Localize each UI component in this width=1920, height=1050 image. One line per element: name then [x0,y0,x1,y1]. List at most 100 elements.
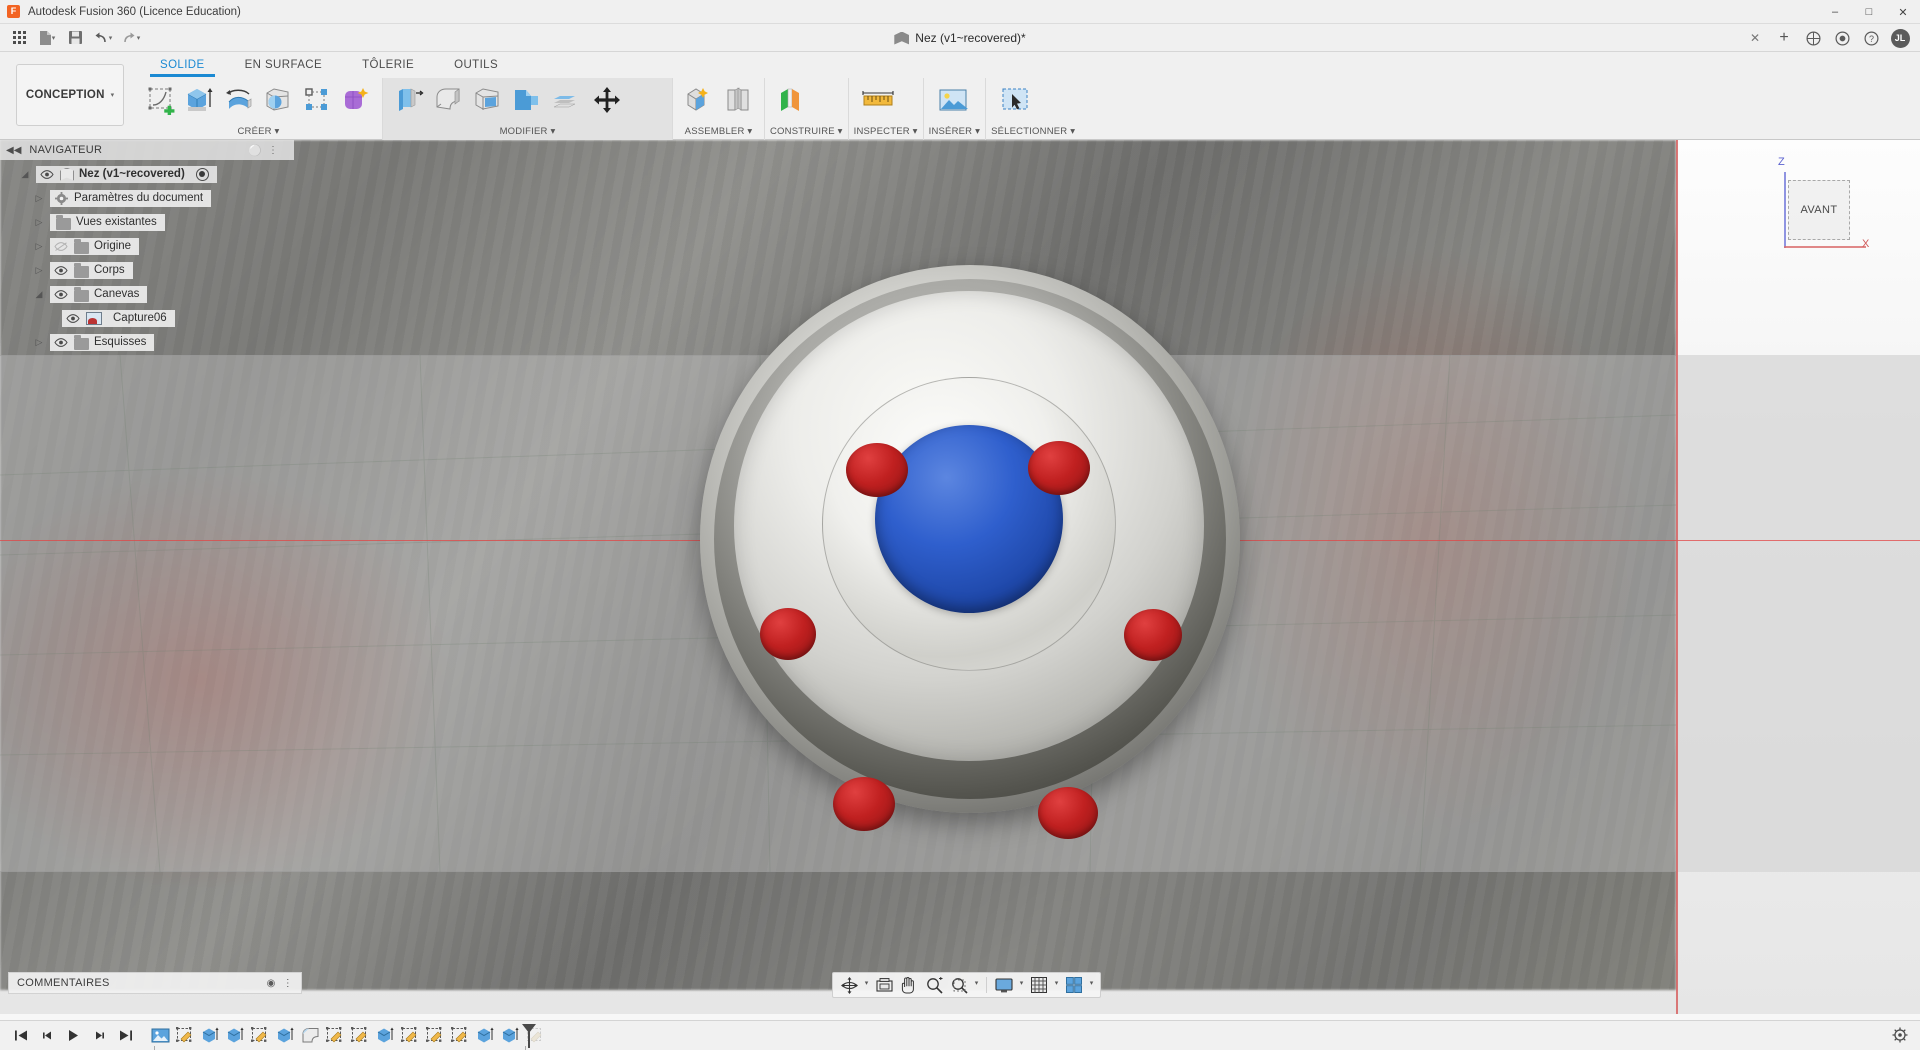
undo-icon[interactable]: ▾ [90,26,116,50]
bolt-1[interactable] [846,443,908,497]
group-label-modifier[interactable]: MODIFIER ▾ [388,126,667,140]
minimize-button[interactable]: – [1818,0,1852,24]
extrude-feature-6[interactable] [498,1025,523,1047]
skip-to-start-icon[interactable] [8,1023,34,1049]
tree-item-origine[interactable]: Origine [50,237,140,255]
extrude-feature-3[interactable] [273,1025,298,1047]
zoom-icon[interactable] [922,974,946,996]
extrude-icon[interactable] [181,80,219,120]
pan-icon[interactable] [897,974,921,996]
new-document-icon[interactable]: ▾ [34,26,60,50]
move-copy-icon[interactable] [585,80,629,120]
offset-plane-icon[interactable] [772,80,810,120]
tree-row-origine[interactable]: ▷ Origine [0,236,300,256]
visibility-eye-icon-corps[interactable] [53,264,69,277]
tree-row-nez[interactable]: ◢ Nez (v1~recovered) [0,164,300,184]
group-label-assembler[interactable]: ASSEMBLER ▾ [678,126,759,140]
grid-snaps-icon[interactable] [1027,974,1051,996]
form-icon[interactable] [337,80,375,120]
account-avatar[interactable]: JL [1886,25,1914,51]
tree-row-parametres[interactable]: ▷ Paramètres du document [0,188,300,208]
orbit-caret-icon[interactable]: ▾ [862,979,871,992]
create-sketch-icon[interactable] [142,80,180,120]
sketch-feature-6[interactable] [423,1025,448,1047]
insert-canvas-icon[interactable] [931,80,975,120]
display-settings-icon[interactable] [992,974,1016,996]
notification-icon[interactable] [1828,25,1856,51]
tab-en-surface[interactable]: EN SURFACE [225,57,343,77]
tree-row-esquisses[interactable]: ▷ Esquisses [0,332,300,352]
zoom-window-icon[interactable] [947,974,971,996]
tree-item-nez[interactable]: Nez (v1~recovered) [36,165,217,183]
add-comment-icon[interactable]: ◉ [267,978,276,989]
joint-icon[interactable] [719,80,757,120]
fillet-feature-1[interactable] [298,1025,323,1047]
skip-to-end-icon[interactable] [112,1023,138,1049]
draft-icon[interactable] [507,80,545,120]
bolt-3[interactable] [760,608,816,660]
grid-snaps-caret-icon[interactable]: ▾ [1052,979,1061,992]
visibility-eye-icon-capture06[interactable] [65,312,81,325]
group-label-creer[interactable]: CRÉER ▾ [140,126,377,140]
extrude-feature-2[interactable] [223,1025,248,1047]
zoom-window-caret-icon[interactable]: ▾ [972,979,981,992]
group-label-inspecter[interactable]: INSPECTER ▾ [854,126,918,140]
expand-arrow-vues[interactable]: ▷ [28,217,50,228]
model-part-nez[interactable] [700,265,1240,839]
step-back-icon[interactable] [34,1023,60,1049]
expand-arrow-parametres[interactable]: ▷ [28,193,50,204]
tree-item-capture06[interactable]: Capture06 [62,309,175,327]
close-tab-button[interactable]: ✕ [1741,25,1769,51]
tree-item-canevas[interactable]: Canevas [50,285,148,303]
play-icon[interactable] [60,1023,86,1049]
press-pull-icon[interactable] [390,80,428,120]
close-button[interactable]: ✕ [1886,0,1920,24]
collapse-left-icon[interactable]: ◀◀ [6,145,21,156]
sketch-feature-4[interactable] [348,1025,373,1047]
undo-caret-icon[interactable]: ▾ [109,34,113,42]
redo-icon[interactable]: ▾ [118,26,144,50]
activate-component-radio[interactable] [195,167,209,181]
bolt-2[interactable] [1028,441,1090,495]
expand-arrow-esquisses[interactable]: ▷ [28,337,50,348]
new-component-icon[interactable] [680,80,718,120]
tab-outils[interactable]: OUTILS [434,57,518,77]
timeline-settings-icon[interactable] [1892,1027,1908,1046]
view-cube[interactable]: Z X AVANT [1758,154,1869,262]
new-tab-button[interactable]: + [1770,25,1798,51]
expand-arrow-canevas[interactable]: ◢ [28,289,50,300]
visibility-eye-off-icon[interactable] [53,240,69,253]
group-label-inserer[interactable]: INSÉRER ▾ [929,126,980,140]
tree-item-vues[interactable]: Vues existantes [50,213,165,231]
tree-row-canevas[interactable]: ◢ Canevas [0,284,300,304]
bolt-6[interactable] [1038,787,1098,839]
measure-icon[interactable] [856,80,900,120]
bolt-4[interactable] [1124,609,1182,661]
bolt-5[interactable] [833,777,895,831]
save-icon[interactable] [62,26,88,50]
tab-tolerie[interactable]: TÔLERIE [342,57,434,77]
fillet-icon[interactable] [429,80,467,120]
tab-solide[interactable]: SOLIDE [140,57,225,77]
visibility-eye-icon[interactable] [39,168,55,181]
scale-icon[interactable] [546,80,584,120]
extrude-feature-5[interactable] [473,1025,498,1047]
grid-icon[interactable] [6,26,32,50]
timeline-playhead[interactable] [522,1023,536,1048]
help-icon[interactable]: ? [1857,25,1885,51]
sketch-feature-1[interactable] [173,1025,198,1047]
pattern-icon[interactable] [298,80,336,120]
extrude-feature-4[interactable] [373,1025,398,1047]
revolve-icon[interactable] [220,80,258,120]
expand-arrow-origine[interactable]: ▷ [28,241,50,252]
maximize-button[interactable]: □ [1852,0,1886,24]
sketch-feature-7[interactable] [448,1025,473,1047]
tree-item-corps[interactable]: Corps [50,261,133,279]
extrude-feature-1[interactable] [198,1025,223,1047]
expand-arrow-nez[interactable]: ◢ [14,169,36,180]
viewports-icon[interactable] [1062,974,1086,996]
redo-caret-icon[interactable]: ▾ [137,34,141,42]
canvas-feature[interactable] [148,1025,173,1047]
panel-resize-grip-icon[interactable]: ⋮ [268,145,278,156]
expand-arrow-corps[interactable]: ▷ [28,265,50,276]
